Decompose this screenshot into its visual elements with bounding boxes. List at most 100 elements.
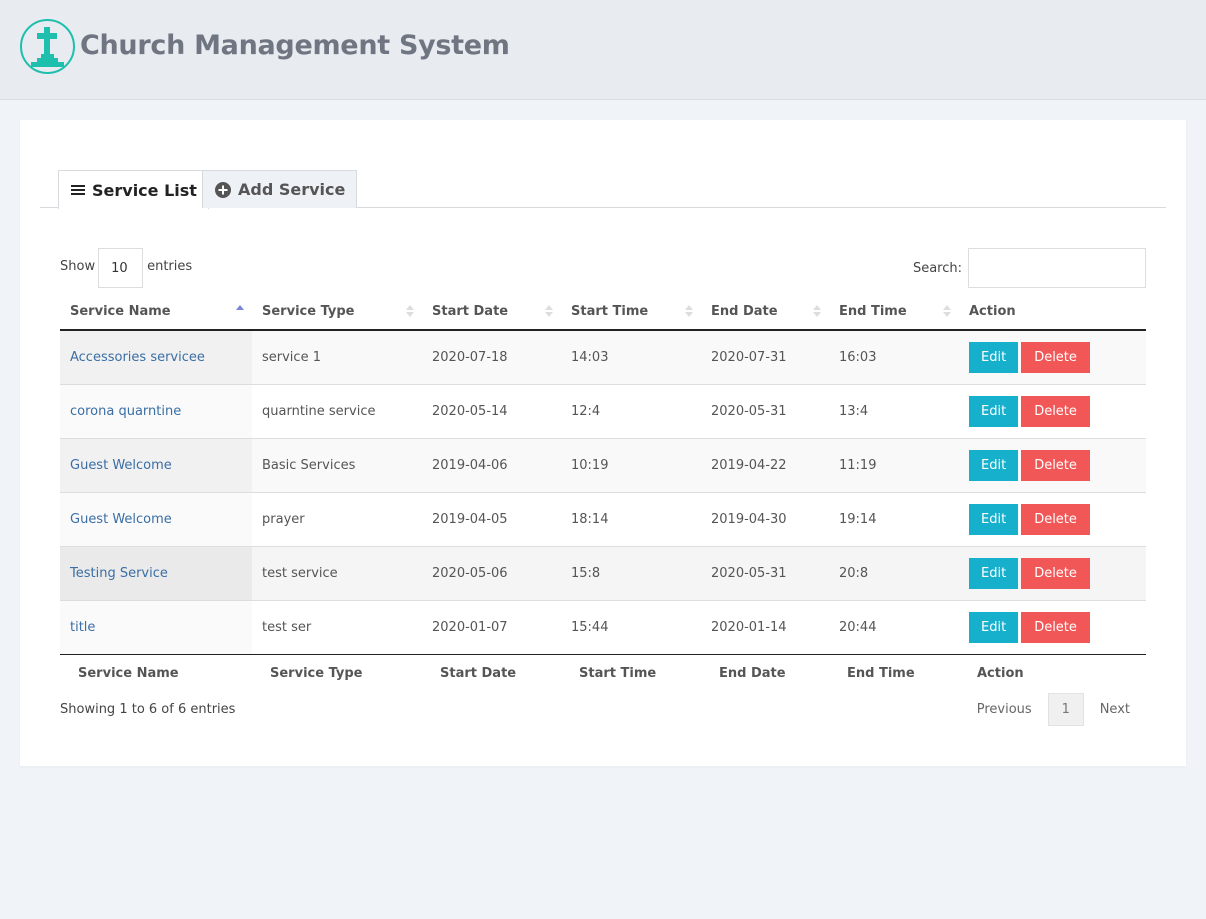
cell-service-name: Accessories servicee [60,330,252,385]
edit-button[interactable]: Edit [969,341,1019,373]
cell-service-name: Guest Welcome [60,492,252,547]
service-name-link[interactable]: title [70,620,95,635]
cell-start-time: 15:8 [561,546,701,601]
page-1-button[interactable]: 1 [1047,693,1084,726]
delete-button[interactable]: Delete [1021,503,1090,535]
sort-both-icon [545,305,553,317]
cell-start-date: 2020-05-14 [422,384,561,439]
search-input[interactable] [968,248,1146,288]
service-table: Service Name Service Type Start Date Sta… [60,294,1146,692]
cell-end-time: 20:44 [829,600,959,655]
cell-end-date: 2020-05-31 [701,546,829,601]
table-body: Accessories servicee service 1 2020-07-18 1… [60,330,1146,655]
pagination: Previous 1 Next [961,693,1146,726]
footer-action: Action [977,665,1024,681]
cell-service-name: Testing Service [60,546,252,601]
service-name-link[interactable]: Guest Welcome [70,512,172,527]
cell-service-type: Basic Services [252,438,422,493]
service-name-link[interactable]: Guest Welcome [70,458,172,473]
cell-action: Edit Delete [959,546,1146,601]
cell-end-time: 13:4 [829,384,959,439]
delete-button[interactable]: Delete [1021,449,1090,481]
cell-start-date: 2019-04-05 [422,492,561,547]
footer-start-time: Start Time [579,665,657,681]
previous-button[interactable]: Previous [961,702,1048,717]
next-button[interactable]: Next [1084,702,1146,717]
table-footer-row: Service Name Service Type Start Date Sta… [60,654,1146,692]
edit-button[interactable]: Edit [969,395,1019,427]
delete-button[interactable]: Delete [1021,611,1090,643]
delete-button[interactable]: Delete [1021,557,1090,589]
tab-service-list[interactable]: Service List [58,170,209,209]
footer-end-time: End Time [847,665,915,681]
cell-service-type: quarntine service [252,384,422,439]
cell-action: Edit Delete [959,384,1146,439]
cell-start-time: 18:14 [561,492,701,547]
column-header-end-date[interactable]: End Date [701,294,829,331]
cell-service-name: corona quarntine [60,384,252,439]
column-header-start-date[interactable]: Start Date [422,294,561,331]
delete-button[interactable]: Delete [1021,341,1090,373]
cell-start-date: 2020-01-07 [422,600,561,655]
cell-service-type: test service [252,546,422,601]
edit-button[interactable]: Edit [969,449,1019,481]
tab-bar: Service List Add Service [40,170,1166,209]
footer-service-type: Service Type [270,665,363,681]
column-header-service-name[interactable]: Service Name [60,294,252,331]
cell-end-date: 2020-07-31 [701,330,829,385]
footer-start-date: Start Date [440,665,517,681]
cell-service-name: Guest Welcome [60,438,252,493]
cell-service-type: test ser [252,600,422,655]
cell-action: Edit Delete [959,492,1146,547]
sort-both-icon [685,305,693,317]
cell-end-time: 11:19 [829,438,959,493]
footer-end-date: End Date [719,665,786,681]
cell-start-time: 12:4 [561,384,701,439]
column-header-end-time[interactable]: End Time [829,294,959,331]
sort-both-icon [943,305,951,317]
cell-start-time: 14:03 [561,330,701,385]
cell-action: Edit Delete [959,600,1146,655]
table-info: Showing 1 to 6 of 6 entries [60,702,236,717]
tab-label: Add Service [238,180,346,199]
edit-button[interactable]: Edit [969,503,1019,535]
column-header-action: Action [959,294,1146,331]
top-header: Church Management System [0,0,1206,100]
edit-button[interactable]: Edit [969,611,1019,643]
cell-end-date: 2020-01-14 [701,600,829,655]
cell-end-date: 2019-04-30 [701,492,829,547]
cell-action: Edit Delete [959,330,1146,385]
cell-end-time: 20:8 [829,546,959,601]
cell-start-time: 15:44 [561,600,701,655]
cell-start-date: 2020-07-18 [422,330,561,385]
delete-button[interactable]: Delete [1021,395,1090,427]
list-icon [71,184,85,196]
tab-add-service[interactable]: Add Service [202,170,358,208]
search-box: Search: [913,248,1146,288]
service-name-link[interactable]: corona quarntine [70,404,181,419]
cell-start-date: 2020-05-06 [422,546,561,601]
column-header-service-type[interactable]: Service Type [252,294,422,331]
table-row: corona quarntine quarntine service 2020-05… [60,384,1146,439]
church-cross-icon [20,19,75,74]
table-row: title test ser 2020-01-07 15:44 2020-01-14 20… [60,600,1146,655]
table-controls: Show 10 entries Search: [60,248,1146,288]
search-label: Search: [912,260,962,276]
sort-both-icon [406,305,414,317]
table-row: Accessories servicee service 1 2020-07-18 1… [60,330,1146,385]
tab-label: Service List [92,180,197,200]
cell-action: Edit Delete [959,438,1146,493]
sort-ascending-icon [236,305,244,310]
footer-service-name: Service Name [78,665,179,681]
cell-end-date: 2019-04-22 [701,438,829,493]
show-label: Show [60,258,96,274]
column-header-start-time[interactable]: Start Time [561,294,701,331]
service-name-link[interactable]: Testing Service [70,566,168,581]
edit-button[interactable]: Edit [969,557,1019,589]
entries-select[interactable]: 10 [98,248,144,288]
table-row: Testing Service test service 2020-05-06 15:… [60,546,1146,601]
table-header-row: Service Name Service Type Start Date Sta… [60,294,1146,331]
service-name-link[interactable]: Accessories servicee [70,350,205,365]
cell-service-type: service 1 [252,330,422,385]
cell-end-time: 16:03 [829,330,959,385]
